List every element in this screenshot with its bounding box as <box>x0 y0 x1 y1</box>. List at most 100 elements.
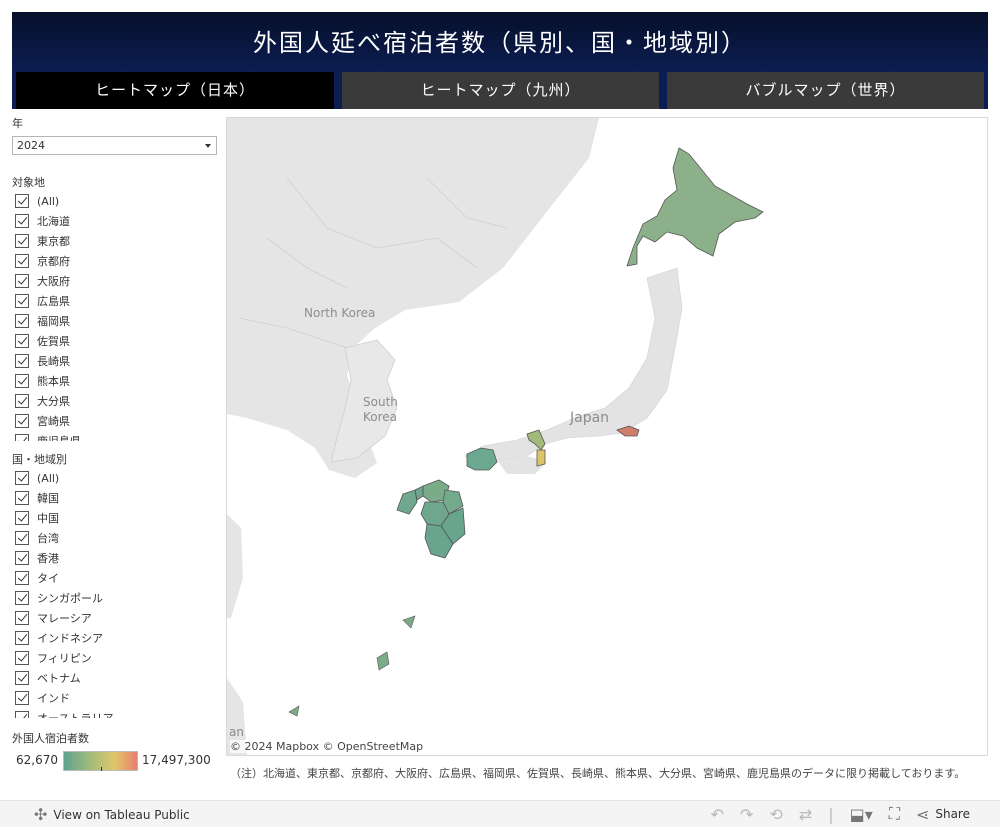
region-nagasaki[interactable] <box>396 489 418 515</box>
checkbox-checked-icon[interactable] <box>15 651 29 665</box>
checkbox-checked-icon[interactable] <box>15 611 29 625</box>
map-attribution[interactable]: © 2024 Mapbox © OpenStreetMap <box>230 740 424 753</box>
legend-tick <box>101 767 102 771</box>
target-item[interactable]: 福岡県 <box>12 311 81 331</box>
tab-bar: ヒートマップ（日本） ヒートマップ（九州） バブルマップ（世界） <box>12 72 988 109</box>
view-on-tableau-label: View on Tableau Public <box>53 807 190 822</box>
target-filter-label: 対象地 <box>12 176 45 189</box>
dashboard-title: 外国人延べ宿泊者数（県別、国・地域別） <box>12 12 988 72</box>
checkbox-checked-icon[interactable] <box>15 471 29 485</box>
checkbox-checked-icon[interactable] <box>15 354 29 368</box>
year-select-value: 2024 <box>17 139 45 152</box>
checkbox-checked-icon[interactable] <box>15 294 29 308</box>
share-label: Share <box>935 807 970 821</box>
country-item[interactable]: 中国 <box>12 508 113 528</box>
country-item[interactable]: 香港 <box>12 548 113 568</box>
target-item[interactable]: 宮崎県 <box>12 411 81 431</box>
region-osaka[interactable] <box>536 449 546 467</box>
tableau-toolbar: ✣ View on Tableau Public ↶ ↷ ⟲ ⇄ | ⬓▾ ⛶ … <box>0 800 1000 827</box>
region-hiroshima[interactable] <box>466 447 498 471</box>
target-item[interactable]: 東京都 <box>12 231 81 251</box>
footnote: （注）北海道、東京都、京都府、大阪府、広島県、福岡県、佐賀県、長崎県、熊本県、大… <box>230 767 966 780</box>
download-icon[interactable]: ⬓▾ <box>850 805 873 824</box>
target-item[interactable]: 北海道 <box>12 211 81 231</box>
chevron-down-icon <box>205 144 211 148</box>
view-on-tableau-link[interactable]: ✣ View on Tableau Public <box>34 805 190 824</box>
checkbox-checked-icon[interactable] <box>15 711 29 718</box>
tab-heatmap-kyushu[interactable]: ヒートマップ（九州） <box>342 72 659 109</box>
land-continent <box>227 118 599 478</box>
country-item[interactable]: インドネシア <box>12 628 113 648</box>
share-button[interactable]: ⋖ Share <box>916 805 970 824</box>
target-item[interactable]: 佐賀県 <box>12 331 81 351</box>
checkbox-checked-icon[interactable] <box>15 691 29 705</box>
target-item[interactable]: 大阪府 <box>12 271 81 291</box>
revert-icon[interactable]: ⟲ <box>769 805 782 824</box>
toolbar-controls: ↶ ↷ ⟲ ⇄ | ⬓▾ ⛶ ⋖ Share <box>711 804 970 824</box>
map-label-edge: an <box>229 725 244 739</box>
country-item[interactable]: シンガポール <box>12 588 113 608</box>
fullscreen-icon[interactable]: ⛶ <box>889 804 900 824</box>
country-item[interactable]: タイ <box>12 568 113 588</box>
heatmap-map[interactable]: North Korea South Korea Japan an © 2024 … <box>226 117 988 756</box>
year-filter-label: 年 <box>12 117 23 130</box>
land-japan-honshu <box>464 267 683 469</box>
checkbox-checked-icon[interactable] <box>15 531 29 545</box>
country-item[interactable]: オーストラリア <box>12 708 113 718</box>
checkbox-checked-icon[interactable] <box>15 334 29 348</box>
checkbox-checked-icon[interactable] <box>15 374 29 388</box>
target-item[interactable]: 熊本県 <box>12 371 81 391</box>
checkbox-checked-icon[interactable] <box>15 234 29 248</box>
tableau-logo-icon: ✣ <box>34 805 48 824</box>
target-item-all[interactable]: (All) <box>12 191 81 211</box>
land-continent-south <box>227 514 243 618</box>
checkbox-checked-icon[interactable] <box>15 274 29 288</box>
country-item[interactable]: 韓国 <box>12 488 113 508</box>
checkbox-checked-icon[interactable] <box>15 491 29 505</box>
checkbox-checked-icon[interactable] <box>15 631 29 645</box>
checkbox-checked-icon[interactable] <box>15 194 29 208</box>
target-item[interactable]: 京都府 <box>12 251 81 271</box>
country-item[interactable]: インド <box>12 688 113 708</box>
legend-min: 62,670 <box>16 753 58 767</box>
map-canvas[interactable] <box>227 118 988 756</box>
country-item[interactable]: フィリピン <box>12 648 113 668</box>
map-label-south-korea-2: Korea <box>363 410 398 424</box>
target-item[interactable]: 広島県 <box>12 291 81 311</box>
country-item[interactable]: マレーシア <box>12 608 113 628</box>
tab-bubblemap-world[interactable]: バブルマップ（世界） <box>667 72 984 109</box>
map-label-north-korea: North Korea <box>304 306 376 320</box>
country-filter-list[interactable]: (All) 韓国 中国 台湾 香港 タイ シンガポール マレーシア インドネシア… <box>12 468 113 718</box>
checkbox-checked-icon[interactable] <box>15 214 29 228</box>
country-item[interactable]: ベトナム <box>12 668 113 688</box>
target-item[interactable]: 鹿児島県 <box>12 431 81 441</box>
country-item[interactable]: 台湾 <box>12 528 113 548</box>
map-label-south-korea-1: South <box>363 395 398 409</box>
year-select[interactable]: 2024 <box>12 136 217 155</box>
tab-heatmap-japan[interactable]: ヒートマップ（日本） <box>16 72 334 109</box>
legend-max: 17,497,300 <box>142 753 211 767</box>
checkbox-checked-icon[interactable] <box>15 414 29 428</box>
region-hokkaido[interactable] <box>626 147 764 267</box>
checkbox-checked-icon[interactable] <box>15 571 29 585</box>
checkbox-checked-icon[interactable] <box>15 314 29 328</box>
checkbox-checked-icon[interactable] <box>15 434 29 441</box>
checkbox-checked-icon[interactable] <box>15 511 29 525</box>
checkbox-checked-icon[interactable] <box>15 394 29 408</box>
country-item-all[interactable]: (All) <box>12 468 113 488</box>
redo-icon[interactable]: ↷ <box>740 805 753 824</box>
target-filter: 対象地 (All) 北海道 東京都 京都府 大阪府 広島県 福岡県 佐賀県 長崎… <box>12 175 81 441</box>
refresh-icon[interactable]: ⇄ <box>799 805 812 824</box>
undo-icon[interactable]: ↶ <box>711 805 724 824</box>
filter-sidebar: 年 2024 対象地 (All) 北海道 東京都 京都府 大阪府 広島県 福岡県… <box>12 116 218 718</box>
checkbox-checked-icon[interactable] <box>15 551 29 565</box>
islands-southern <box>288 615 416 717</box>
checkbox-checked-icon[interactable] <box>15 671 29 685</box>
legend-title: 外国人宿泊者数 <box>12 732 89 745</box>
checkbox-checked-icon[interactable] <box>15 591 29 605</box>
checkbox-checked-icon[interactable] <box>15 254 29 268</box>
target-filter-list[interactable]: (All) 北海道 東京都 京都府 大阪府 広島県 福岡県 佐賀県 長崎県 熊本… <box>12 191 81 441</box>
target-item[interactable]: 長崎県 <box>12 351 81 371</box>
country-filter-label: 国・地域別 <box>12 453 67 466</box>
target-item[interactable]: 大分県 <box>12 391 81 411</box>
